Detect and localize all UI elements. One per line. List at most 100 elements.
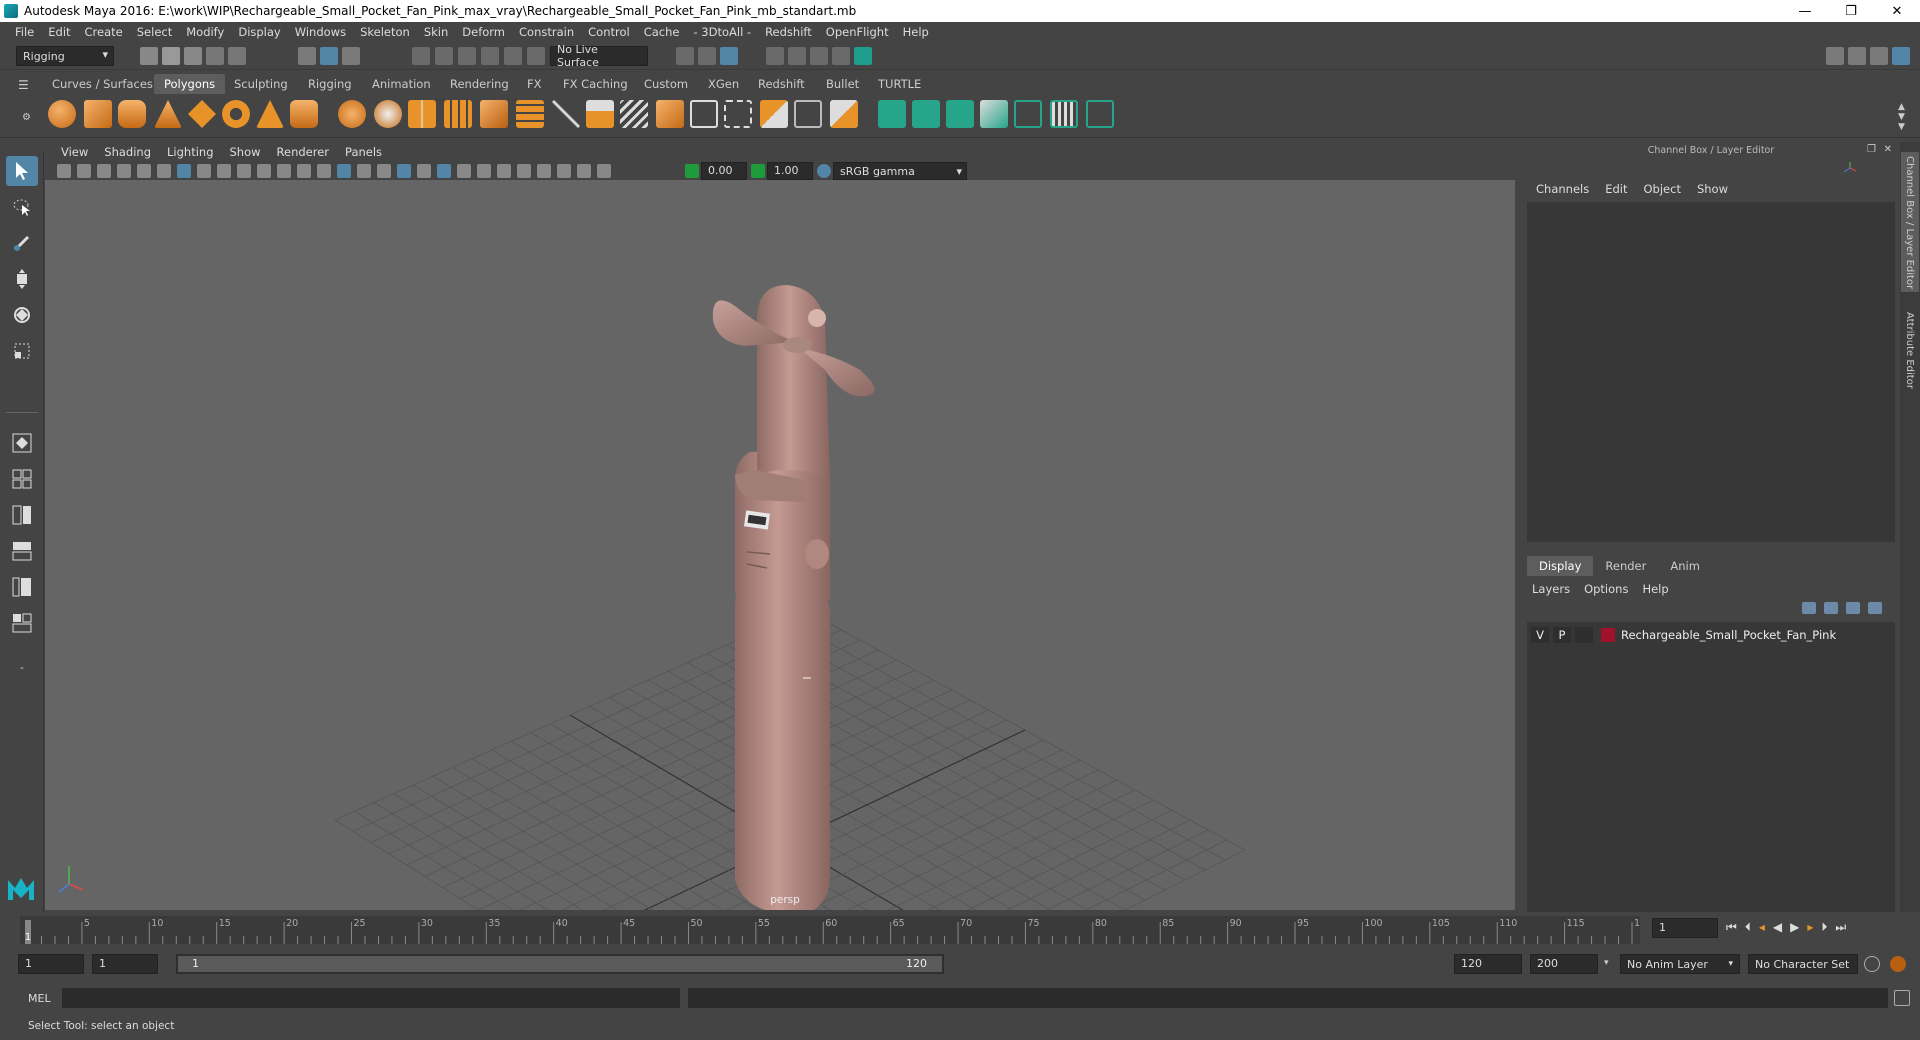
layer-row[interactable]: V P Rechargeable_Small_Pocket_Fan_Pink (1531, 626, 1891, 644)
render-frame-icon[interactable] (766, 47, 784, 65)
menu-deform[interactable]: Deform (455, 25, 512, 39)
channel-list[interactable] (1527, 202, 1895, 542)
poly-smooth-icon[interactable] (444, 100, 472, 128)
color-management-icon[interactable] (817, 164, 831, 178)
uv-unfold-icon[interactable] (1014, 100, 1042, 128)
append-polygon-icon[interactable] (760, 100, 788, 128)
image-plane-icon[interactable] (117, 164, 131, 178)
poly-pyramid-icon[interactable] (256, 100, 284, 128)
modeling-toolkit-icon[interactable] (1826, 47, 1844, 65)
tab-turtle[interactable]: TURTLE (868, 74, 931, 94)
menu-skeleton[interactable]: Skeleton (353, 25, 417, 39)
poly-cube-icon[interactable] (84, 100, 112, 128)
select-object-icon[interactable] (320, 47, 338, 65)
menu-help[interactable]: Help (896, 25, 936, 39)
tab-fx-caching[interactable]: FX Caching (553, 74, 638, 94)
step-back-key-icon[interactable]: ⏴ (1745, 920, 1751, 935)
options-menu[interactable]: Options (1584, 582, 1636, 596)
range-slider-handle[interactable] (178, 956, 942, 972)
extrude-icon[interactable] (586, 100, 614, 128)
menu-display[interactable]: Display (231, 25, 287, 39)
play-backward-icon[interactable]: ◀ (1773, 920, 1782, 935)
snap-view-icon[interactable] (481, 47, 499, 65)
select-camera-icon[interactable] (57, 164, 71, 178)
fill-hole-icon[interactable] (794, 100, 822, 128)
poly-combine-icon[interactable] (338, 100, 366, 128)
wireframe-icon[interactable] (317, 164, 331, 178)
edit-menu[interactable]: Edit (1597, 182, 1635, 196)
uv-planar-icon[interactable] (878, 100, 906, 128)
tab-rendering[interactable]: Rendering (440, 74, 519, 94)
play-forward-icon[interactable]: ▶ (1790, 920, 1799, 935)
menu-edit[interactable]: Edit (41, 25, 77, 39)
film-gate-icon[interactable] (197, 164, 211, 178)
merge-icon[interactable] (830, 100, 858, 128)
select-hierarchy-icon[interactable] (298, 47, 316, 65)
uv-spherical-icon[interactable] (946, 100, 974, 128)
bevel-icon[interactable] (656, 100, 684, 128)
snap-curve-icon[interactable] (435, 47, 453, 65)
playback-start-field[interactable]: 1 (92, 954, 158, 974)
xray-components-icon[interactable] (597, 164, 611, 178)
menu-constrain[interactable]: Constrain (512, 25, 581, 39)
depth-of-field-icon[interactable] (517, 164, 531, 178)
poly-separate-icon[interactable] (374, 100, 402, 128)
tab-rigging[interactable]: Rigging (298, 74, 362, 94)
grid-toggle-icon[interactable] (177, 164, 191, 178)
start-time-field[interactable]: 1 (18, 954, 84, 974)
shadows-icon[interactable] (437, 164, 451, 178)
gamma-icon[interactable] (751, 164, 765, 178)
uv-cylindrical-icon[interactable] (912, 100, 940, 128)
select-tool-button[interactable] (6, 156, 38, 186)
layer-help-menu[interactable]: Help (1642, 582, 1676, 596)
poly-bool-icon[interactable] (480, 100, 508, 128)
render-settings-icon[interactable] (810, 47, 828, 65)
symmetry-icon[interactable] (720, 47, 738, 65)
menu-3dtoall[interactable]: - 3DtoAll - (686, 25, 758, 39)
save-scene-icon[interactable] (184, 47, 202, 65)
new-empty-layer-icon[interactable] (1846, 602, 1860, 614)
tab-animation[interactable]: Animation (362, 74, 441, 94)
poly-pipe-icon[interactable] (290, 100, 318, 128)
bookmark-icon[interactable] (97, 164, 111, 178)
new-scene-icon[interactable] (140, 47, 158, 65)
uv-layout-icon[interactable] (1050, 100, 1078, 128)
toolbox-options-button[interactable]: - (6, 652, 38, 682)
tab-sculpting[interactable]: Sculpting (224, 74, 298, 94)
tab-bullet[interactable]: Bullet (816, 74, 869, 94)
tab-fx[interactable]: FX (517, 74, 552, 94)
menu-select[interactable]: Select (130, 25, 179, 39)
2d-pan-zoom-icon[interactable] (137, 164, 151, 178)
object-menu[interactable]: Object (1636, 182, 1689, 196)
render-view-icon[interactable] (854, 47, 872, 65)
restore-button[interactable]: ❐ (1828, 0, 1874, 22)
undo-icon[interactable] (206, 47, 224, 65)
wireframe-on-shaded-icon[interactable] (377, 164, 391, 178)
go-to-end-icon[interactable]: ⏭ (1835, 920, 1846, 935)
multisample-aa-icon[interactable] (497, 164, 511, 178)
menu-set-dropdown[interactable]: Rigging ▾ (16, 46, 114, 66)
move-layer-down-icon[interactable] (1824, 602, 1838, 614)
layer-color-swatch[interactable] (1601, 628, 1615, 642)
open-scene-icon[interactable] (162, 47, 180, 65)
layer-display-type-toggle[interactable] (1575, 627, 1593, 643)
tab-display[interactable]: Display (1527, 556, 1594, 576)
tool-settings-icon[interactable] (1870, 47, 1888, 65)
layer-playback-toggle[interactable]: P (1553, 627, 1571, 643)
rotate-tool-button[interactable] (6, 300, 38, 330)
tab-render[interactable]: Render (1593, 556, 1658, 576)
show-menu[interactable]: Show (1689, 182, 1736, 196)
channel-box-side-tab[interactable]: Channel Box / Layer Editor (1901, 152, 1919, 292)
move-layer-up-icon[interactable] (1802, 602, 1816, 614)
xray-icon[interactable] (557, 164, 571, 178)
tab-curves-surfaces[interactable]: Curves / Surfaces (42, 74, 163, 94)
select-component-icon[interactable] (342, 47, 360, 65)
time-slider[interactable]: 5 10 15 20 25 30 35 40 45 50 55 60 65 70 75 80 85 90 95 100… (0, 912, 1920, 946)
camera-attributes-icon[interactable] (77, 164, 91, 178)
go-to-start-icon[interactable]: ⏮ (1726, 920, 1737, 935)
layer-visibility-toggle[interactable]: V (1531, 627, 1549, 643)
safe-title-icon[interactable] (297, 164, 311, 178)
shelf-scroll-icon[interactable]: ▲ ▼ ▼ (1898, 102, 1905, 132)
menu-windows[interactable]: Windows (288, 25, 353, 39)
xray-joints-icon[interactable] (577, 164, 591, 178)
